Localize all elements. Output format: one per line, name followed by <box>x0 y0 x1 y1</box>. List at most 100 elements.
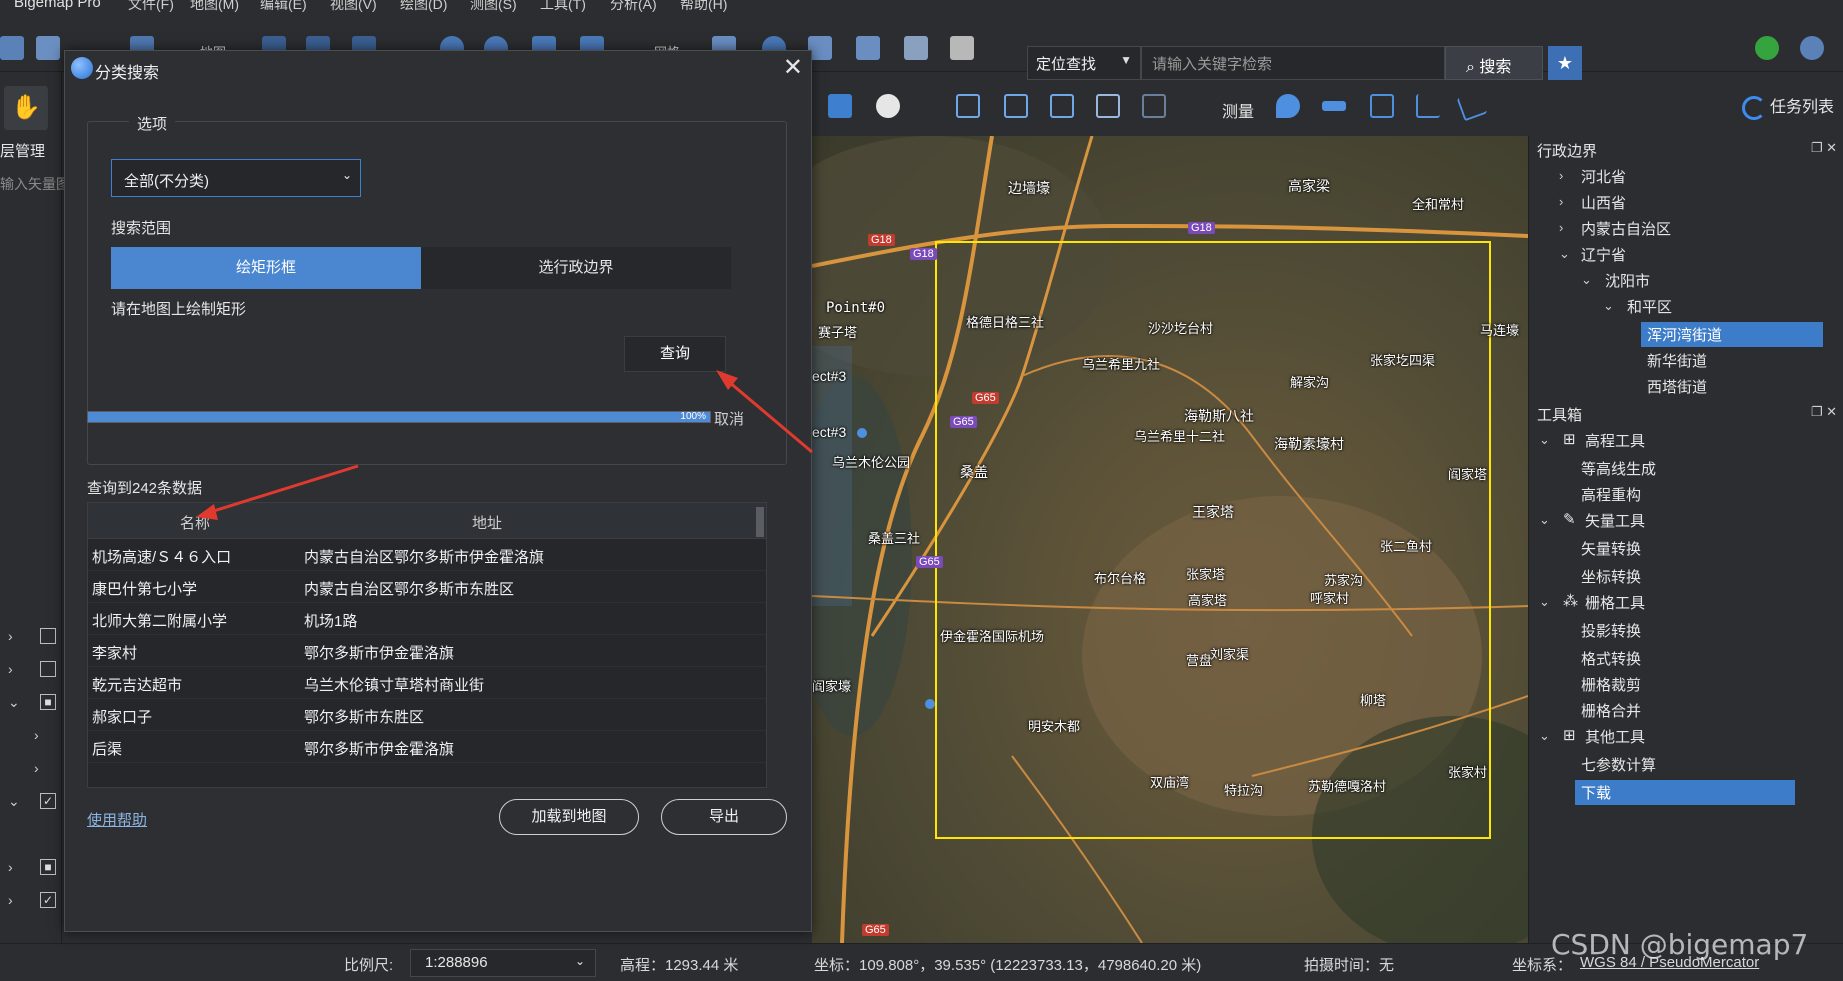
scale-select[interactable]: 1:288896 ⌄ <box>410 949 596 977</box>
menu-tools[interactable]: 工具(T) <box>540 0 586 14</box>
layer-checkbox[interactable] <box>40 628 56 644</box>
layer-checkbox[interactable]: ✓ <box>40 793 56 809</box>
measure-label[interactable]: 测量 <box>1222 98 1254 122</box>
table-row[interactable]: 北师大第二附属小学 机场1路 <box>88 603 766 635</box>
layer-tree-row[interactable]: › <box>34 727 39 743</box>
locate-mode-select[interactable]: 定位查找 ▼ <box>1027 46 1141 80</box>
measure-azimuth-icon[interactable] <box>1456 90 1488 122</box>
tool-group-other[interactable]: 其他工具 <box>1585 726 1645 747</box>
tool-vector-convert[interactable]: 矢量转换 <box>1581 538 1641 559</box>
column-header-name[interactable]: 名称 <box>180 512 210 533</box>
layer-tree-row[interactable]: › <box>8 628 56 644</box>
table-scrollbar[interactable] <box>756 507 764 537</box>
column-header-address[interactable]: 地址 <box>472 512 502 533</box>
search-input[interactable]: 请输入关键字检索 <box>1141 46 1445 80</box>
menu-draw[interactable]: 绘图(D) <box>400 0 447 14</box>
chevron-down-icon[interactable]: ⌄ <box>1603 298 1614 314</box>
save-icon[interactable] <box>36 36 60 60</box>
tool-group-raster[interactable]: 栅格工具 <box>1585 592 1645 613</box>
pan-tool-button[interactable]: ✋ <box>4 86 48 130</box>
import-vector-label[interactable]: 输入矢量图 <box>0 174 70 194</box>
measure-distance-icon[interactable] <box>1322 101 1346 111</box>
chevron-right-icon[interactable]: › <box>1559 194 1563 209</box>
dialog-titlebar[interactable]: 分类搜索 ✕ <box>65 51 811 85</box>
admin-item-xita[interactable]: 西塔街道 <box>1647 376 1707 397</box>
query-button[interactable]: 查询 <box>624 336 726 372</box>
admin-item-heping[interactable]: 和平区 <box>1627 296 1672 317</box>
chevron-right-icon[interactable]: › <box>1559 220 1563 235</box>
admin-item-xinhua[interactable]: 新华街道 <box>1647 350 1707 371</box>
arrow-right-icon[interactable] <box>828 94 852 118</box>
tool-seven-params[interactable]: 七参数计算 <box>1581 754 1656 775</box>
tool-group-elevation[interactable]: 高程工具 <box>1585 430 1645 451</box>
layer-checkbox[interactable] <box>40 661 56 677</box>
tool-raster-merge[interactable]: 栅格合并 <box>1581 700 1641 721</box>
undo-icon[interactable] <box>956 94 980 118</box>
export-button[interactable]: 导出 <box>661 799 787 835</box>
cancel-button[interactable]: 取消 <box>714 408 744 429</box>
admin-item-liaoning[interactable]: 辽宁省 <box>1581 244 1626 265</box>
redo-icon[interactable] <box>1004 94 1028 118</box>
layer-checkbox[interactable]: ■ <box>40 694 56 710</box>
menu-help[interactable]: 帮助(H) <box>680 0 727 14</box>
menu-view[interactable]: 视图(V) <box>330 0 377 14</box>
admin-item-hebei[interactable]: 河北省 <box>1581 166 1626 187</box>
layer-tree-row[interactable]: › ■ <box>8 859 56 875</box>
tool-projection[interactable]: 投影转换 <box>1581 620 1641 641</box>
layer-tree-row[interactable]: › <box>8 661 56 677</box>
menu-analysis[interactable]: 分析(A) <box>610 0 657 14</box>
select-icon[interactable] <box>1096 94 1120 118</box>
measure-angle-icon[interactable] <box>1416 94 1440 118</box>
task-list-button[interactable]: 任务列表 <box>1742 93 1834 120</box>
table-row[interactable]: 乾元吉达超市 乌兰木伦镇寸草塔村商业街 <box>88 667 766 699</box>
admin-item-hunhewan[interactable]: 浑河湾街道 <box>1641 322 1823 347</box>
wechat-icon[interactable] <box>1755 36 1779 60</box>
menu-file[interactable]: 文件(F) <box>128 0 174 14</box>
category-select[interactable]: 全部(不分类) ⌄ <box>111 159 361 197</box>
chevron-down-icon[interactable]: ⌄ <box>1581 272 1592 288</box>
tool-coord-convert[interactable]: 坐标转换 <box>1581 566 1641 587</box>
admin-item-shenyang[interactable]: 沈阳市 <box>1605 270 1650 291</box>
map-view[interactable]: 边墙壕 高家梁 全和常村 格德日格三社 沙沙圪台村 乌兰希里九社 张家圪四渠 解… <box>812 136 1528 943</box>
layer-checkbox[interactable]: ✓ <box>40 892 56 908</box>
tool-format[interactable]: 格式转换 <box>1581 648 1641 669</box>
select-admin-boundary-tab[interactable]: 选行政边界 <box>421 247 731 289</box>
tool-contour[interactable]: 等高线生成 <box>1581 458 1656 479</box>
measure-area-icon[interactable] <box>1370 94 1394 118</box>
deselect-icon[interactable] <box>1142 94 1166 118</box>
table-row[interactable]: 郝家口子 鄂尔多斯市东胜区 <box>88 699 766 731</box>
open-folder-icon[interactable] <box>0 36 24 60</box>
tool-download[interactable]: 下载 <box>1575 780 1795 805</box>
help-link[interactable]: 使用帮助 <box>87 809 147 830</box>
draw-rectangle-tab[interactable]: 绘矩形框 <box>111 247 421 289</box>
table-row[interactable]: 康巴什第七小学 内蒙古自治区鄂尔多斯市东胜区 <box>88 571 766 603</box>
table-row[interactable]: 后渠 鄂尔多斯市伊金霍洛旗 <box>88 731 766 763</box>
menu-edit[interactable]: 编辑(E) <box>260 0 307 14</box>
folder-icon[interactable] <box>904 36 928 60</box>
chevron-down-icon[interactable]: ⌄ <box>1539 728 1550 744</box>
brush-icon[interactable] <box>950 36 974 60</box>
table-row[interactable]: 机场高速/Ｓ４６入口 内蒙古自治区鄂尔多斯市伊金霍洛旗 <box>88 539 766 571</box>
panel-float-close-icon[interactable]: ❐ ✕ <box>1811 140 1837 156</box>
user-icon[interactable] <box>1800 36 1824 60</box>
admin-item-neimenggu[interactable]: 内蒙古自治区 <box>1581 218 1671 239</box>
curve-arrow-icon[interactable] <box>876 94 900 118</box>
tool-elevation-rebuild[interactable]: 高程重构 <box>1581 484 1641 505</box>
menu-survey[interactable]: 测图(S) <box>470 0 517 14</box>
layer-checkbox[interactable]: ■ <box>40 859 56 875</box>
table-row[interactable]: 李家村 鄂尔多斯市伊金霍洛旗 <box>88 635 766 667</box>
chevron-right-icon[interactable]: › <box>1559 168 1563 183</box>
panel-float-close-icon[interactable]: ❐ ✕ <box>1811 404 1837 420</box>
admin-item-shanxi[interactable]: 山西省 <box>1581 192 1626 213</box>
layer-tree-row[interactable]: ⌄ ✓ <box>8 793 56 810</box>
tool-raster-clip[interactable]: 栅格裁剪 <box>1581 674 1641 695</box>
favorite-button[interactable]: ★ <box>1548 46 1582 80</box>
location-pin-icon[interactable] <box>1276 94 1300 118</box>
menu-map[interactable]: 地图(M) <box>190 0 239 14</box>
chevron-down-icon[interactable]: ⌄ <box>1539 512 1550 528</box>
layer-management-label[interactable]: 层管理 <box>0 140 45 161</box>
layer-tree-row[interactable]: ⌄ ■ <box>8 694 56 711</box>
scissors-icon[interactable] <box>1050 94 1074 118</box>
chevron-down-icon[interactable]: ⌄ <box>1559 246 1570 262</box>
close-icon[interactable]: ✕ <box>783 53 803 82</box>
